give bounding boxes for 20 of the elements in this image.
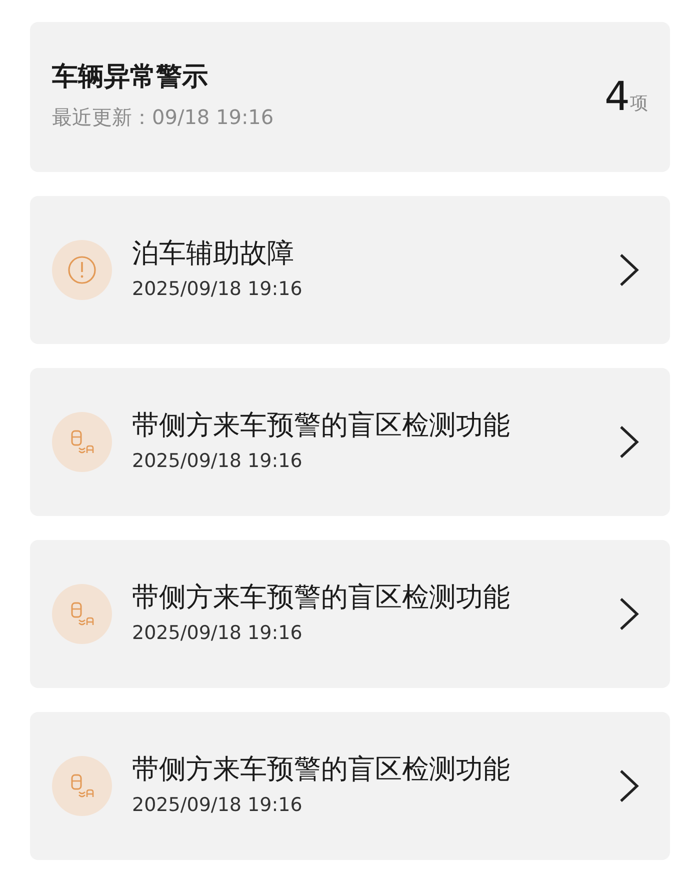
last-updated-text: 最近更新：09/18 19:16 [52, 104, 274, 131]
alert-time: 2025/09/18 19:16 [132, 792, 304, 818]
alert-item[interactable]: 泊车辅助故障 2025/09/18 19:16 [30, 196, 670, 344]
alert-time: 2025/09/18 19:16 [132, 448, 304, 474]
chevron-right-icon [618, 425, 640, 459]
alert-item[interactable]: 带侧方来车预警的盲区检测功能 2025/09/18 19:16 [30, 712, 670, 860]
count-unit: 项 [630, 92, 648, 116]
alert-title: 带侧方来车预警的盲区检测功能 [132, 408, 511, 443]
alert-item[interactable]: 带侧方来车预警的盲区检测功能 2025/09/18 19:16 [30, 368, 670, 516]
alert-time: 2025/09/18 19:16 [132, 620, 304, 646]
chevron-right-icon [618, 769, 640, 803]
chevron-right-icon [618, 597, 640, 631]
alert-title: 泊车辅助故障 [132, 236, 295, 271]
card-title: 车辆异常警示 [52, 62, 209, 94]
alert-title: 带侧方来车预警的盲区检测功能 [132, 580, 511, 615]
alert-title: 带侧方来车预警的盲区检测功能 [132, 752, 511, 787]
chevron-right-icon [618, 253, 640, 287]
alert-item[interactable]: 带侧方来车预警的盲区检测功能 2025/09/18 19:16 [30, 540, 670, 688]
alert-time: 2025/09/18 19:16 [132, 276, 304, 302]
alert-count: 4 [604, 77, 630, 117]
